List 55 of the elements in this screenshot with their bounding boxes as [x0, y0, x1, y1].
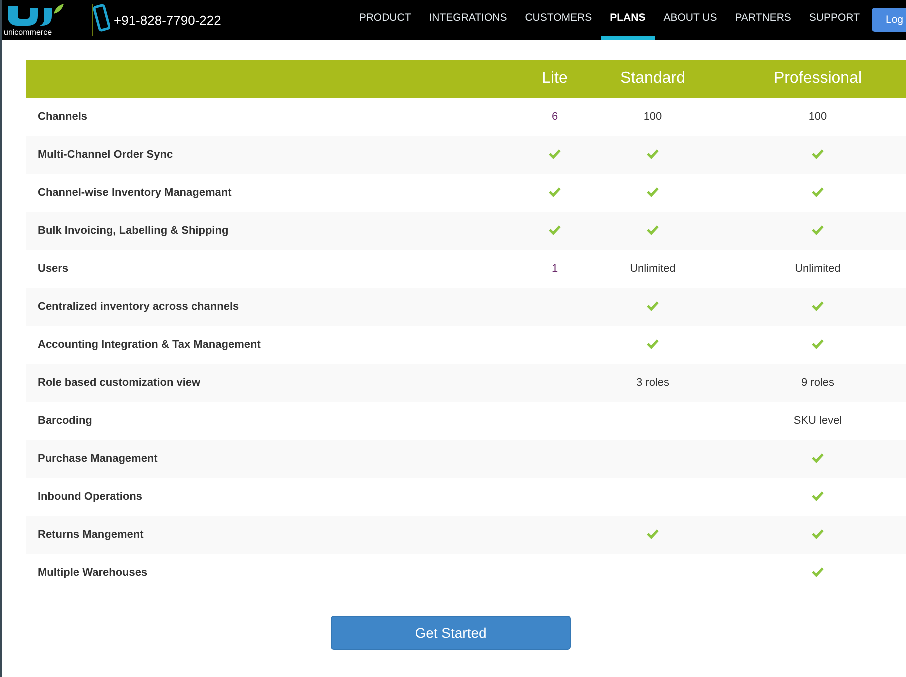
checkmark-icon — [812, 490, 824, 500]
feature-name: Users — [26, 250, 511, 288]
feature-name: Multi-Channel Order Sync — [26, 136, 511, 174]
table-cell: 3 roles — [636, 377, 670, 389]
nav-link[interactable]: INTEGRATIONS — [420, 0, 516, 40]
nav-link[interactable]: CUSTOMERS — [516, 0, 602, 40]
phone-icon — [92, 3, 110, 37]
feature-name: Inbound Operations — [26, 478, 511, 516]
checkmark-icon — [812, 186, 824, 196]
checkmark-icon — [812, 452, 824, 462]
nav-link[interactable]: SUPPORT — [800, 0, 869, 40]
checkmark-icon — [549, 186, 561, 196]
checkmark-icon — [647, 186, 659, 196]
feature-name: Multiple Warehouses — [26, 554, 511, 592]
feature-name: Accounting Integration & Tax Management — [26, 326, 511, 364]
feature-name: Purchase Management — [26, 440, 511, 478]
checkmark-icon — [647, 148, 659, 158]
nav-link[interactable]: PARTNERS — [726, 0, 800, 40]
table-cell: 100 — [644, 111, 662, 123]
feature-name: Returns Mangement — [26, 516, 511, 554]
checkmark-icon — [812, 338, 824, 348]
table-cell: 6 — [552, 111, 558, 123]
feature-name: Centralized inventory across channels — [26, 288, 511, 326]
phone-number: +91-828-7790-222 — [114, 12, 222, 28]
checkmark-icon — [812, 566, 824, 576]
checkmark-icon — [647, 224, 659, 234]
table-cell: 100 — [808, 111, 828, 123]
checkmark-icon — [812, 528, 824, 538]
feature-name: Barcoding — [26, 402, 511, 440]
login-button[interactable]: Log — [872, 8, 906, 32]
table-cell: Unlimited — [630, 263, 676, 275]
checkmark-icon — [812, 224, 824, 234]
checkmark-icon — [549, 224, 561, 234]
feature-name: Channel-wise Inventory Managemant — [26, 174, 511, 212]
checkmark-icon — [812, 148, 824, 158]
nav-link[interactable]: ABOUT US — [654, 0, 726, 40]
table-cell: 1 — [552, 263, 558, 275]
plan-name: Lite — [511, 60, 599, 98]
logo-text: unicommerce — [4, 28, 52, 36]
plan-name: Professional — [707, 60, 906, 98]
checkmark-icon — [812, 300, 824, 310]
table-cell: Unlimited — [795, 263, 841, 275]
get-started-button[interactable]: Get Started — [331, 616, 571, 650]
plan-name: Standard — [599, 60, 707, 98]
checkmark-icon — [647, 338, 659, 348]
feature-name: Bulk Invoicing, Labelling & Shipping — [26, 212, 511, 250]
checkmark-icon — [647, 528, 659, 538]
checkmark-icon — [549, 148, 561, 158]
feature-name: Role based customization view — [26, 364, 511, 402]
nav-link[interactable]: PRODUCT — [350, 0, 420, 40]
table-cell: 9 roles — [801, 377, 835, 389]
table-cell: SKU level — [794, 415, 842, 427]
nav-link[interactable]: PLANS — [601, 0, 655, 40]
feature-name: Channels — [26, 98, 511, 136]
checkmark-icon — [647, 300, 659, 310]
